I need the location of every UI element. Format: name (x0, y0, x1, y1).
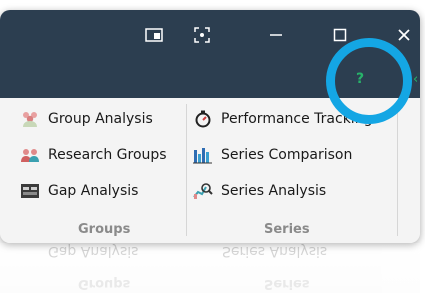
snap-layout-button[interactable] (140, 22, 168, 48)
group-analysis-icon (20, 110, 40, 128)
reflection-label-groups: Groups (78, 276, 131, 291)
research-groups-button[interactable]: Research Groups (20, 144, 167, 166)
series-comparison-label: Series Comparison (221, 147, 353, 163)
reflection-item-series-analysis: Series Analysis (222, 243, 328, 259)
chevron-left-icon[interactable]: ‹ (413, 72, 418, 87)
snap-layout-icon (145, 28, 163, 42)
bar-chart-icon (193, 146, 213, 164)
series-analysis-icon (193, 182, 213, 200)
card-reflection: Groups Series Gap Analysis Series Analys… (0, 243, 420, 293)
gap-analysis-icon (20, 182, 40, 200)
series-analysis-button[interactable]: Series Analysis (193, 180, 326, 202)
series-comparison-button[interactable]: Series Comparison (193, 144, 352, 166)
gap-analysis-label: Gap Analysis (48, 183, 139, 199)
series-analysis-label: Series Analysis (221, 183, 327, 199)
reflection-label-series: Series (264, 276, 310, 291)
ribbon-group-groups: Group Analysis Research Groups Gap Analy… (0, 98, 186, 243)
close-icon (398, 29, 410, 41)
minimize-icon (270, 34, 282, 36)
minimize-button[interactable] (262, 22, 290, 48)
gap-analysis-button[interactable]: Gap Analysis (20, 180, 138, 202)
screenshot-icon (194, 27, 210, 43)
close-button[interactable] (390, 22, 418, 48)
help-highlight-ring (326, 38, 412, 124)
research-groups-label: Research Groups (48, 147, 167, 163)
group-analysis-button[interactable]: Group Analysis (20, 108, 153, 130)
maximize-icon (333, 28, 347, 42)
app-window: ? ‹ Group Analysis Research Groups Gap A… (0, 10, 420, 243)
group-label-groups: Groups (78, 222, 131, 237)
reflection-item-gap-analysis: Gap Analysis (48, 243, 139, 259)
screenshot-button[interactable] (188, 22, 216, 48)
group-label-series: Series (264, 222, 310, 237)
group-analysis-label: Group Analysis (48, 111, 153, 127)
group-divider (397, 104, 398, 236)
stopwatch-icon (193, 110, 213, 128)
research-groups-icon (20, 146, 40, 164)
